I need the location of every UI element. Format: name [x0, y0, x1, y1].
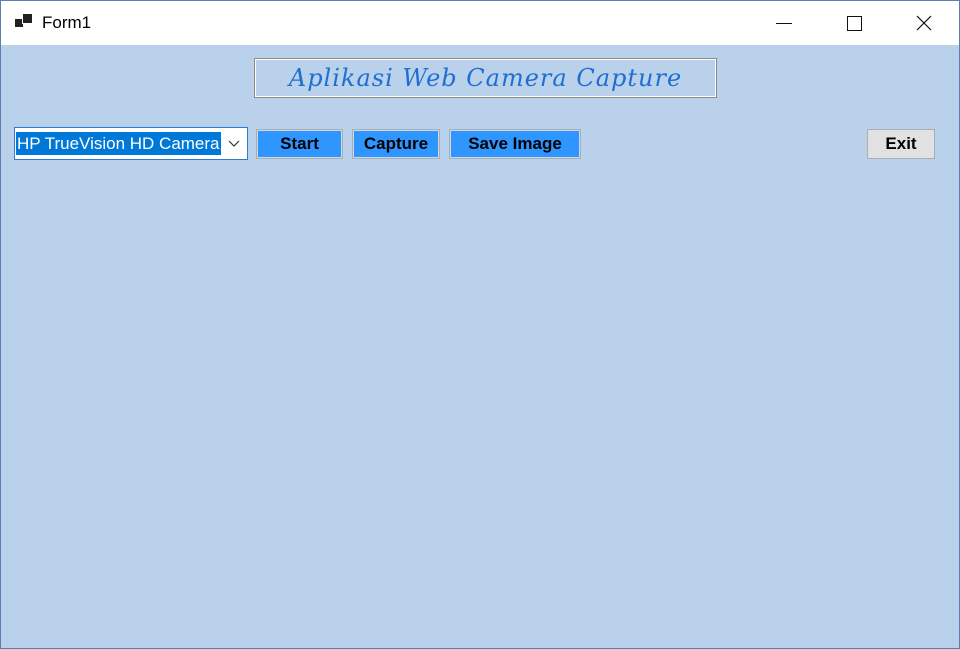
window-title: Form1	[42, 13, 92, 32]
maximize-button[interactable]	[831, 1, 877, 45]
title-bar[interactable]: Form1	[1, 1, 959, 45]
close-button[interactable]	[901, 1, 947, 45]
maximize-icon	[846, 15, 862, 31]
save-image-button[interactable]: Save Image	[449, 129, 581, 159]
start-button[interactable]: Start	[256, 129, 343, 159]
minimize-button[interactable]	[761, 1, 807, 45]
camera-select-value: HP TrueVision HD Camera	[16, 132, 221, 155]
chevron-down-icon[interactable]	[227, 137, 241, 151]
capture-button[interactable]: Capture	[352, 129, 440, 159]
app-title-banner: Aplikasi Web Camera Capture	[254, 58, 717, 98]
exit-button[interactable]: Exit	[867, 129, 935, 159]
form-client-area: Aplikasi Web Camera Capture HP TrueVisio…	[1, 45, 959, 648]
camera-select[interactable]: HP TrueVision HD Camera	[14, 127, 248, 160]
banner-text: Aplikasi Web Camera Capture	[288, 64, 683, 92]
close-icon	[916, 15, 932, 31]
main-window: Form1 Aplikasi Web Camera Capture HP Tru…	[0, 0, 960, 649]
minimize-icon	[776, 22, 792, 24]
app-icon	[15, 13, 35, 31]
